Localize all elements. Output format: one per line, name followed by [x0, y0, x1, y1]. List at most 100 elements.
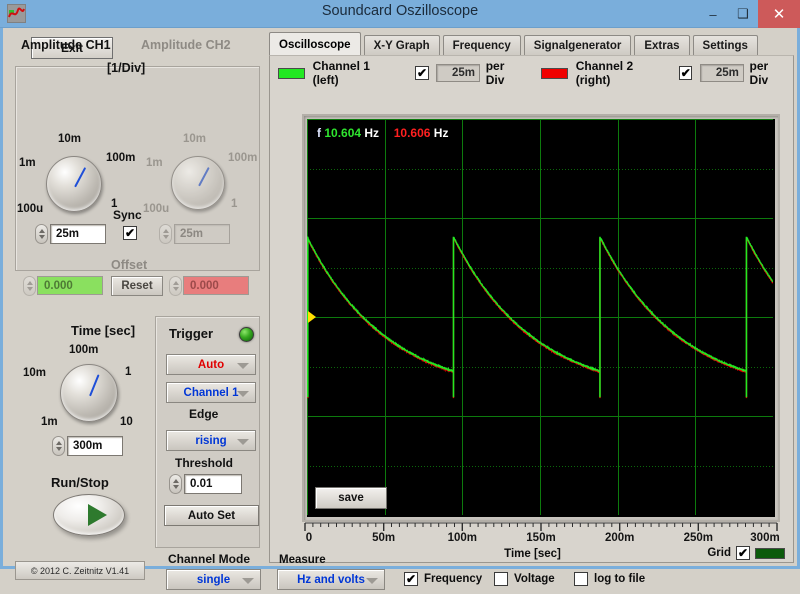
channel-mode-label: Channel Mode	[168, 552, 251, 566]
x-axis-tick-label: 150m	[526, 532, 556, 544]
trigger-edge-value: rising	[195, 434, 227, 447]
measure-mode-value: Hz and volts	[297, 573, 365, 586]
channel1-enable-checkbox[interactable]: ✔	[415, 66, 429, 80]
amplitude-ch2-knob-label-10m: 10m	[183, 133, 207, 145]
channel1-perdiv-label: per Div	[485, 59, 505, 87]
per-div-unit-label: [1/Div]	[107, 61, 146, 75]
trigger-mode-value: Auto	[197, 358, 225, 371]
time-knob-label-10m: 10m	[23, 367, 47, 379]
minimize-icon[interactable]: –	[698, 0, 728, 28]
amplitude-ch2-knob[interactable]	[171, 156, 225, 210]
chevron-down-icon	[242, 577, 254, 584]
amplitude-ch1-title: Amplitude CH1	[21, 38, 111, 52]
run-stop-label: Run/Stop	[51, 475, 109, 490]
amplitude-ch1-knob-label-100m: 100m	[106, 152, 136, 164]
channel1-frequency-value: 10.604	[324, 126, 362, 140]
oscilloscope-plot[interactable]: f 10.604 Hz 10.606 Hz save	[307, 119, 775, 517]
sync-label: Sync	[113, 208, 142, 222]
time-base-spinner[interactable]	[52, 436, 65, 456]
offset-ch2-field: 0.000	[183, 276, 249, 295]
frequency-checkbox[interactable]: ✔	[404, 572, 418, 586]
channel1-frequency-unit: Hz	[364, 126, 380, 140]
tab-xy-graph[interactable]: X-Y Graph	[363, 35, 440, 56]
channel1-color-swatch	[278, 67, 305, 79]
time-knob-label-100m: 100m	[69, 344, 99, 356]
trigger-threshold-spinner[interactable]	[169, 474, 182, 494]
log-to-file-checkbox[interactable]	[574, 572, 588, 586]
amplitude-ch2-knob-label-100u: 100u	[143, 203, 170, 215]
time-knob-label-1: 1	[125, 366, 132, 378]
close-icon[interactable]: ✕	[758, 0, 800, 28]
voltage-label: Voltage	[514, 573, 555, 585]
tab-frequency[interactable]: Frequency	[442, 35, 521, 56]
amplitude-ch1-field[interactable]: 25m	[50, 224, 106, 244]
x-axis-tick-label: 200m	[604, 532, 635, 544]
chevron-down-icon	[237, 390, 249, 397]
trigger-edge-label: Edge	[189, 407, 219, 421]
waveform-canvas	[307, 119, 773, 515]
amplitude-ch1-knob[interactable]	[46, 156, 102, 212]
x-axis-tick-label: 100m	[447, 532, 478, 544]
freq-prefix: f	[317, 126, 321, 140]
tab-oscilloscope[interactable]: Oscilloscope	[269, 32, 361, 56]
sync-checkbox[interactable]: ✔	[123, 226, 137, 240]
save-button[interactable]: save	[315, 487, 387, 509]
trigger-threshold-label: Threshold	[175, 456, 234, 470]
amplitude-ch2-knob-label-1: 1	[231, 198, 238, 210]
offset-ch1-spinner	[23, 276, 36, 296]
amplitude-ch2-spinner	[159, 224, 172, 244]
voltage-checkbox[interactable]	[494, 572, 508, 586]
log-to-file-label: log to file	[594, 573, 646, 585]
oscilloscope-tab-panel: Channel 1 (left) ✔ 25m per Div Channel 2…	[269, 55, 794, 563]
measure-bar: Measure Hz and volts ✔ Frequency Voltage…	[269, 554, 794, 594]
offset-ch1-field: 0.000	[37, 276, 103, 295]
measure-title: Measure	[279, 554, 326, 566]
trigger-source-dropdown[interactable]: Channel 1	[166, 382, 256, 403]
offset-reset-button[interactable]: Reset	[111, 276, 163, 296]
maximize-icon[interactable]: ❑	[728, 0, 758, 28]
oscilloscope-display-frame: f 10.604 Hz 10.606 Hz save	[302, 114, 780, 522]
measure-logtofile-option[interactable]: log to file	[574, 572, 645, 586]
trigger-mode-dropdown[interactable]: Auto	[166, 354, 256, 375]
channel1-label: Channel 1 (left)	[312, 59, 370, 87]
measure-voltage-option[interactable]: Voltage	[494, 572, 555, 586]
window-title-bar: Soundcard Oszilloscope – ❑ ✕	[0, 0, 800, 28]
channel2-enable-checkbox[interactable]: ✔	[679, 66, 693, 80]
amplitude-ch2-knob-label-100m: 100m	[228, 152, 258, 164]
amplitude-ch2-knob-label-1m: 1m	[146, 157, 163, 169]
offset-ch2-spinner	[169, 276, 182, 296]
amplitude-ch1-spinner[interactable]	[35, 224, 48, 244]
copyright-label: © 2012 C. Zeitnitz V1.41	[15, 561, 145, 580]
amplitude-ch2-title: Amplitude CH2	[141, 38, 231, 52]
amplitude-ch1-knob-label-1m: 1m	[19, 157, 36, 169]
channel1-voltsdiv-field[interactable]: 25m	[436, 64, 481, 82]
measure-frequency-option[interactable]: ✔ Frequency	[404, 572, 482, 586]
measure-mode-dropdown[interactable]: Hz and volts	[277, 569, 385, 590]
chevron-down-icon	[366, 577, 378, 584]
tab-signalgenerator[interactable]: Signalgenerator	[523, 35, 632, 56]
play-icon	[87, 504, 107, 526]
chevron-down-icon	[237, 438, 249, 445]
x-axis-tick-label: 50m	[372, 532, 396, 544]
time-base-field[interactable]: 300m	[67, 436, 123, 456]
window-body: Exit Oscilloscope X-Y Graph Frequency Si…	[0, 28, 800, 590]
window-title: Soundcard Oszilloscope	[321, 3, 479, 19]
channel-mode-dropdown[interactable]: single	[166, 569, 261, 590]
trigger-edge-dropdown[interactable]: rising	[166, 430, 256, 451]
auto-set-button[interactable]: Auto Set	[164, 505, 259, 526]
trigger-title: Trigger	[169, 326, 214, 341]
frequency-label: Frequency	[424, 573, 483, 585]
channel2-frequency-value: 10.606	[393, 126, 431, 140]
trigger-source-value: Channel 1	[183, 386, 239, 399]
trigger-threshold-field[interactable]: 0.01	[184, 474, 242, 494]
trigger-led-indicator	[239, 327, 254, 342]
run-stop-button[interactable]	[53, 494, 125, 536]
x-axis: 0 50m 100m 150m 200m 250m 300m	[302, 522, 780, 548]
channel-mode-value: single	[196, 573, 231, 586]
tab-extras[interactable]: Extras	[634, 35, 690, 56]
amplitude-ch2-field: 25m	[174, 224, 230, 244]
time-knob-label-1m: 1m	[41, 416, 58, 428]
channel2-voltsdiv-field[interactable]: 25m	[700, 64, 744, 82]
time-base-knob[interactable]	[60, 364, 118, 422]
tab-settings[interactable]: Settings	[692, 35, 758, 56]
